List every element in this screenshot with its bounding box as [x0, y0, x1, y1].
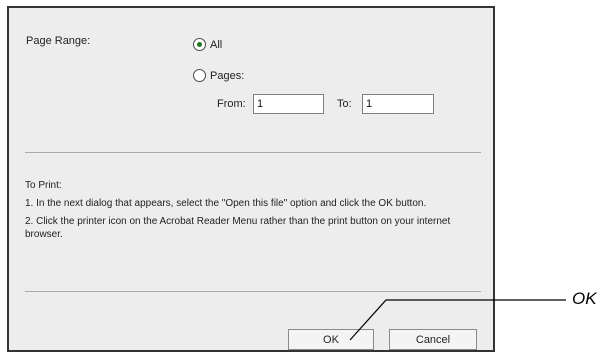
ok-button[interactable]: OK	[288, 329, 374, 350]
page-range-label: Page Range:	[26, 35, 91, 47]
radio-all-button[interactable]	[193, 38, 206, 51]
print-instructions: To Print: 1. In the next dialog that app…	[25, 179, 477, 246]
callout-label-ok: OK	[572, 289, 597, 308]
radio-all-option[interactable]: All	[193, 38, 222, 51]
divider-bottom	[25, 291, 481, 292]
instructions-step-2: 2. Click the printer icon on the Acrobat…	[25, 216, 451, 240]
from-page-input[interactable]	[253, 94, 324, 114]
radio-pages-label: Pages:	[210, 69, 245, 82]
radio-pages-option[interactable]: Pages:	[193, 69, 244, 82]
print-dialog: Page Range: All Pages: From: To: To Prin…	[7, 6, 495, 352]
to-label: To:	[337, 98, 352, 110]
radio-pages-button[interactable]	[193, 69, 206, 82]
instructions-step-1: 1. In the next dialog that appears, sele…	[25, 198, 427, 209]
divider-top	[25, 152, 481, 153]
radio-all-label: All	[210, 38, 223, 51]
instructions-heading: To Print:	[25, 180, 62, 191]
cancel-button[interactable]: Cancel	[389, 329, 477, 350]
from-label: From:	[217, 98, 246, 110]
to-page-input[interactable]	[362, 94, 434, 114]
